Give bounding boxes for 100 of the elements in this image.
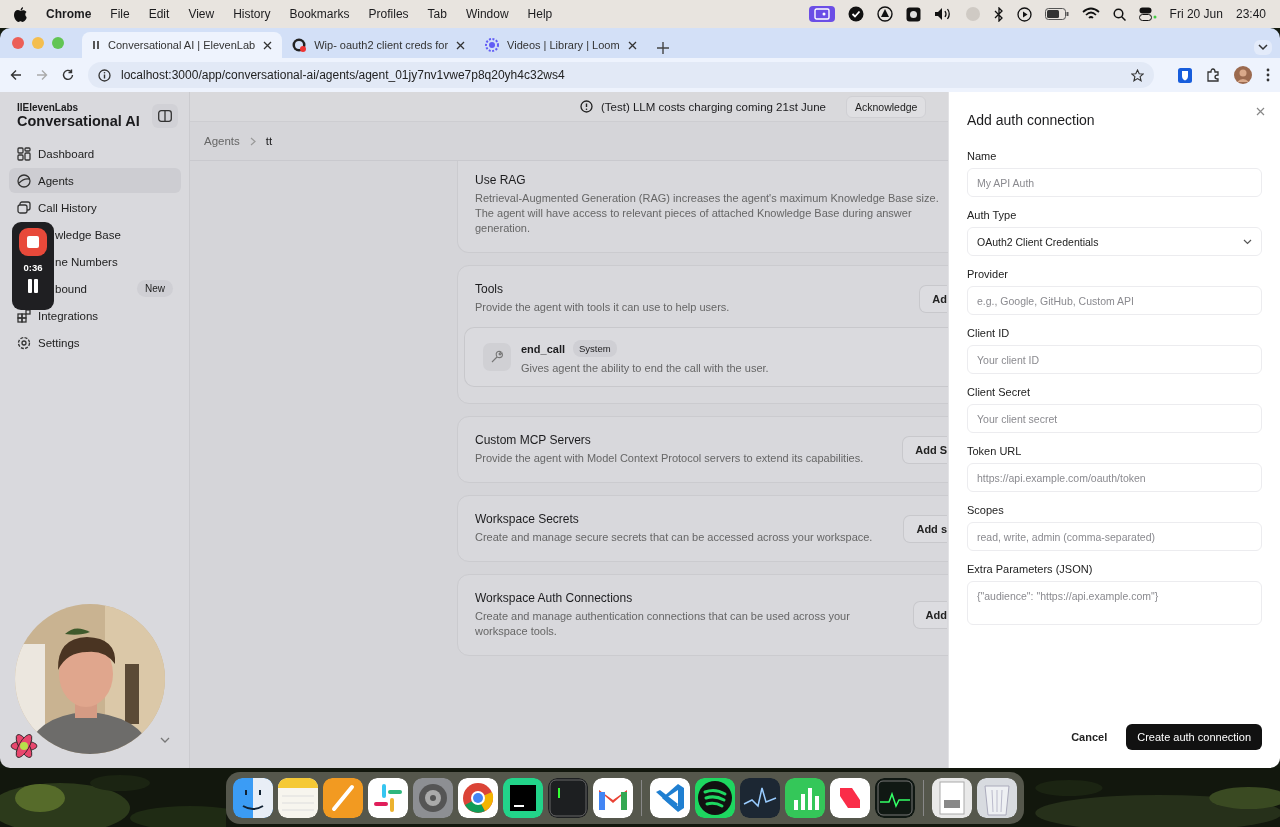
app-title: Conversational AI [17, 113, 140, 129]
field-label: Scopes [967, 504, 1005, 516]
pause-bars-icon [92, 40, 100, 50]
avatar-icon[interactable] [1234, 66, 1252, 84]
pulse-icon[interactable] [875, 777, 915, 818]
more-icon[interactable] [1266, 68, 1270, 82]
screen-share-icon[interactable] [808, 6, 835, 22]
card-description: Retrieval-Augmented Generation (RAG) increases the agent's maximum Knowledge Base size. The agent will have access to relevant pieces of attached Knowledge Base during answer generation. [475, 191, 940, 236]
chevron-right-icon [249, 136, 256, 146]
ribbon-icon[interactable] [650, 777, 690, 818]
menu-item[interactable]: Window [465, 7, 509, 21]
face-icon[interactable] [233, 777, 273, 818]
stop-button[interactable] [19, 228, 47, 256]
input-field[interactable]: {"audience": "https://api.example.com"} [967, 581, 1262, 625]
pencil-icon[interactable] [323, 777, 363, 818]
breadcrumb-item[interactable]: Agents [204, 135, 240, 147]
close-window-icon[interactable] [12, 37, 24, 49]
tool-card[interactable]: end_call System Gives agent the ability to end the call with the user. [464, 327, 948, 387]
gear-icon[interactable] [413, 777, 453, 818]
toggles-icon[interactable] [1138, 7, 1157, 21]
notepad-icon[interactable] [278, 777, 318, 818]
card-title: Use RAG [475, 173, 527, 187]
card-description: Provide the agent with tools it can use to help users. [475, 300, 731, 315]
add-button[interactable]: Ad [919, 284, 947, 313]
select-field[interactable]: OAuth2 Client Credentials [967, 227, 1262, 256]
browser-tab[interactable]: Conversational AI | ElevenLab [82, 32, 283, 58]
sound-waves-icon[interactable] [695, 777, 735, 818]
envelope-icon[interactable] [593, 777, 633, 818]
sidebar-item[interactable]: wledge Base [9, 222, 181, 247]
browser-tab[interactable]: Videos | Library | Loom [475, 32, 647, 58]
plus-icon[interactable] [656, 42, 669, 54]
close-icon[interactable] [627, 40, 637, 50]
menu-item[interactable]: File [110, 7, 130, 21]
address-bar[interactable]: localhost:3000/app/conversational-ai/agents/agent_01jy7nv1vwe7p8q20yh4c32ws4 [88, 62, 1154, 88]
sidebar-item[interactable]: Integrations [9, 303, 181, 328]
app-menu[interactable]: Chrome [46, 7, 92, 21]
input-field[interactable]: read, write, admin (comma-separated) [967, 522, 1262, 551]
menu-item[interactable]: Bookmarks [289, 7, 350, 21]
battery-icon[interactable] [1044, 8, 1069, 20]
banner-message: (Test) LLM costs charging coming 21st June [601, 100, 826, 113]
volume-icon[interactable] [933, 7, 952, 21]
system-tag: System [573, 340, 617, 357]
star-icon[interactable] [1131, 68, 1144, 82]
triangle-circle-icon[interactable] [876, 6, 893, 22]
menu-item[interactable]: Edit [148, 7, 170, 21]
bluetooth-icon[interactable] [993, 6, 1004, 22]
field-label: Auth Type [967, 209, 1018, 221]
menu-item[interactable]: Tab [427, 7, 447, 21]
waveform-icon[interactable] [740, 777, 780, 818]
pause-icon[interactable] [27, 279, 39, 293]
sidebar-toggle[interactable] [152, 104, 178, 128]
acknowledge-button[interactable]: Acknowledge [846, 95, 927, 118]
sidebar-item[interactable]: Call History [9, 195, 181, 220]
back-icon[interactable] [10, 69, 22, 81]
chevron-down-icon[interactable] [1258, 44, 1268, 51]
check-circle-icon[interactable] [847, 6, 864, 22]
blocks-icon [17, 308, 31, 323]
wifi-icon[interactable] [1081, 7, 1100, 21]
flower-icon[interactable] [10, 732, 38, 760]
browser-tab[interactable]: Wip- oauth2 client creds for [282, 32, 476, 58]
menu-item[interactable]: History [233, 7, 271, 21]
square-app-icon[interactable] [905, 6, 921, 22]
close-icon[interactable] [263, 40, 273, 50]
hash-icon[interactable] [368, 777, 408, 818]
monitor-icon [813, 8, 830, 20]
alert-icon [580, 100, 593, 113]
apple-icon[interactable] [14, 6, 27, 22]
add-button[interactable]: Add [912, 601, 947, 629]
recording-time: 0:36 [23, 262, 43, 273]
input-field[interactable]: Your client ID [967, 345, 1262, 374]
shield-icon[interactable] [1178, 67, 1192, 83]
input-field[interactable]: https://api.example.com/oauth/token [967, 463, 1262, 492]
create-button[interactable]: Create auth connection [1126, 724, 1262, 750]
sun-icon [485, 38, 500, 52]
close-icon[interactable] [456, 40, 466, 50]
sidebar-item[interactable]: Agents [9, 168, 181, 193]
breadcrumb-item: tt [265, 135, 273, 147]
sidebar-item[interactable]: Dashboard [9, 141, 181, 166]
add-button[interactable]: Add S [902, 435, 947, 464]
menu-clock[interactable]: 23:40 [1235, 7, 1266, 21]
card-title: Custom MCP Servers [475, 433, 592, 447]
menu-date[interactable]: Fri 20 Jun [1169, 7, 1223, 21]
play-circle-icon[interactable] [1016, 6, 1032, 22]
bar-chart-icon[interactable] [785, 777, 825, 818]
menu-item[interactable]: Help [527, 7, 553, 21]
search-icon[interactable] [1112, 7, 1126, 21]
sidebar-item[interactable]: Settings [9, 330, 181, 355]
reload-icon[interactable] [62, 69, 74, 81]
menu-item[interactable]: Profiles [368, 7, 409, 21]
browser-icon[interactable] [458, 777, 498, 818]
chevron-down-icon [1243, 238, 1252, 245]
field-label: Extra Parameters (JSON) [967, 563, 1094, 575]
input-field[interactable]: My API Auth [967, 168, 1262, 197]
menu-item[interactable]: View [188, 7, 215, 21]
add-button[interactable]: Add s [903, 514, 947, 543]
puzzle-icon[interactable] [1206, 68, 1220, 82]
trash-icon[interactable] [977, 777, 1017, 818]
input-field[interactable]: e.g., Google, GitHub, Custom API [967, 286, 1262, 315]
card-description: Create and manage authentication connections that can be used across your workspace tools. [475, 609, 851, 639]
input-field[interactable]: Your client secret [967, 404, 1262, 433]
